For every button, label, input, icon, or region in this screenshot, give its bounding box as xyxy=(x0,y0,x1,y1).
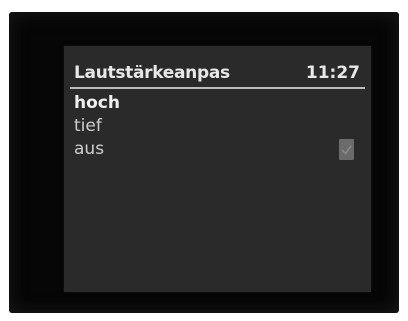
device-screen: Lautstärkeanpas 11:27 hoch tief aus xyxy=(64,46,371,292)
checkmark-icon xyxy=(339,139,354,160)
clock-time: 11:27 xyxy=(305,63,360,83)
page-title: Lautstärkeanpas xyxy=(74,63,230,83)
screen-header: Lautstärkeanpas 11:27 xyxy=(64,46,371,86)
header-divider xyxy=(70,87,365,89)
menu-item-label: hoch xyxy=(74,93,120,113)
menu-item-label: aus xyxy=(74,139,105,159)
menu-item-tief[interactable]: tief xyxy=(74,115,364,138)
menu-item-hoch[interactable]: hoch xyxy=(74,92,364,115)
volume-options-menu: hoch tief aus xyxy=(74,92,364,161)
menu-item-label: tief xyxy=(74,116,102,136)
menu-item-aus[interactable]: aus xyxy=(74,138,364,161)
device-photo: Lautstärkeanpas 11:27 hoch tief aus xyxy=(0,0,408,321)
